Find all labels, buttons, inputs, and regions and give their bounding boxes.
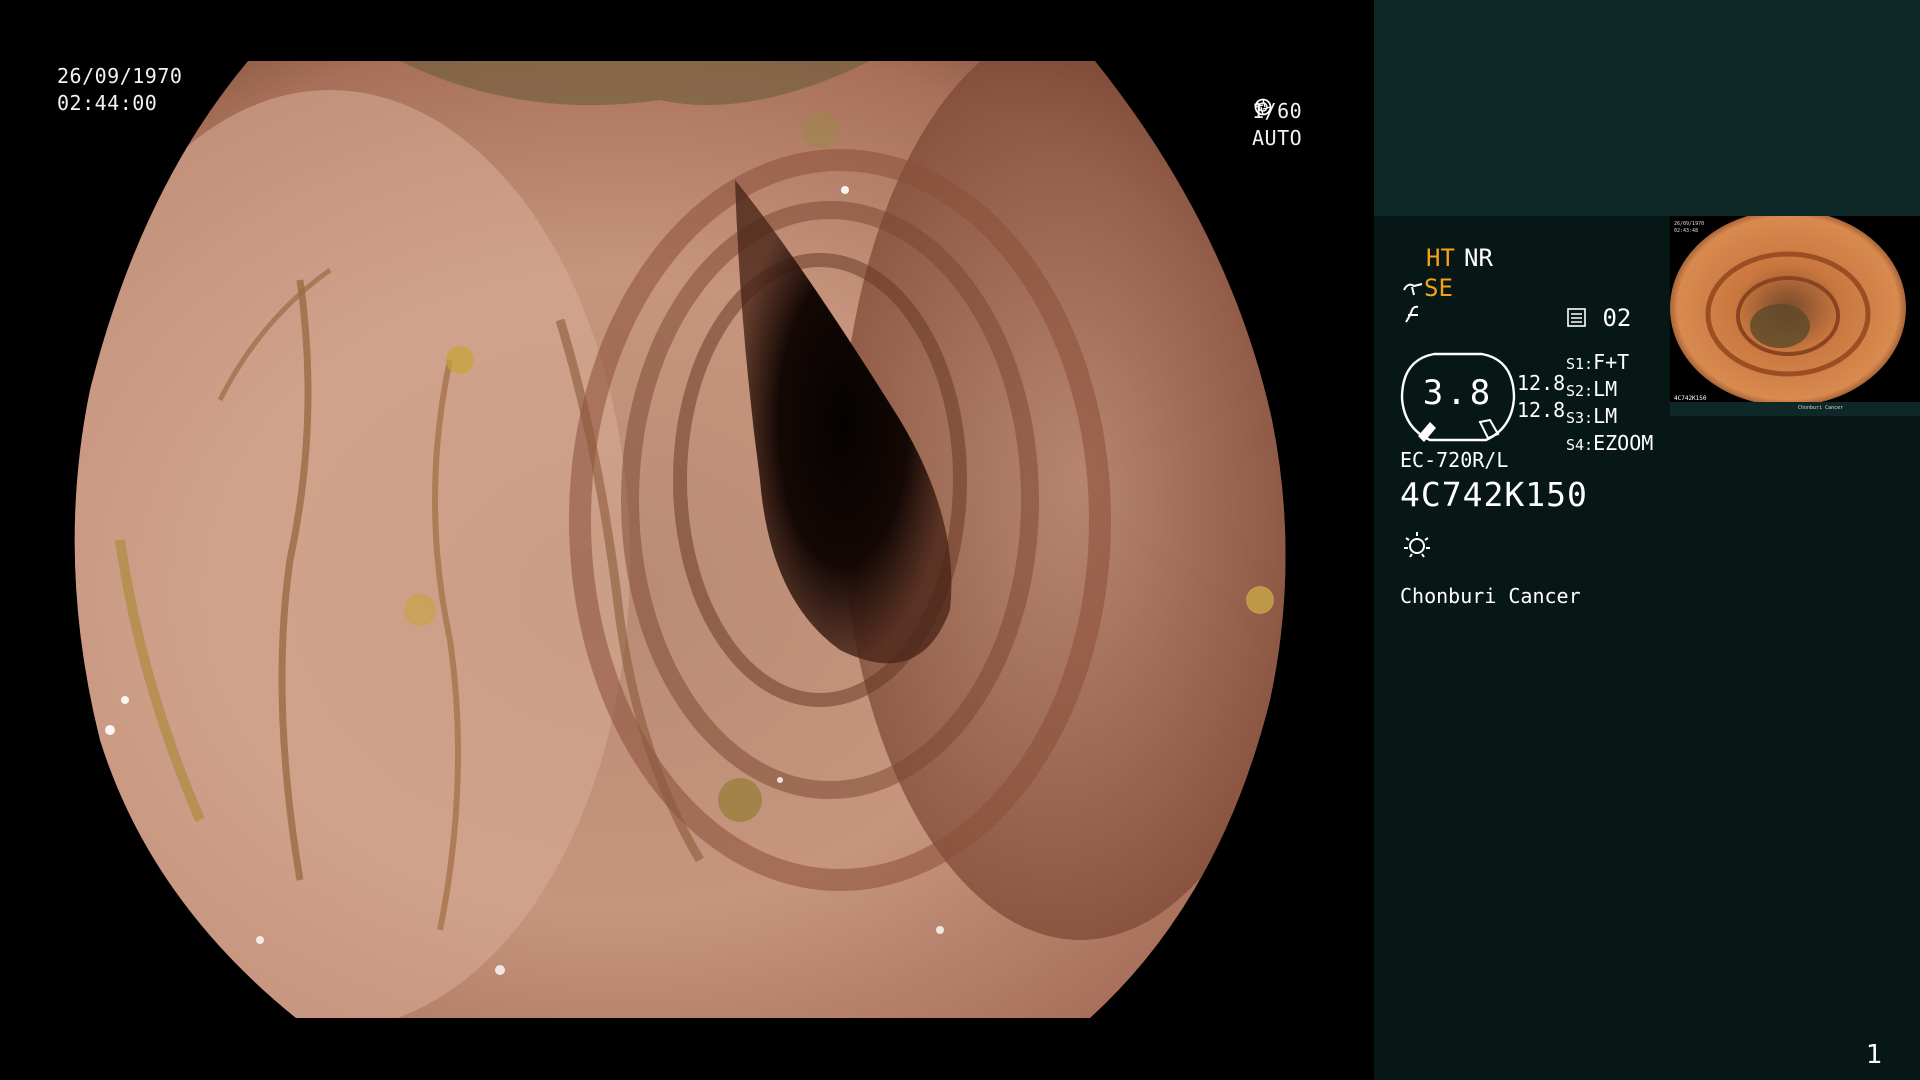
structure-enhance-icon <box>1403 283 1423 296</box>
memory-value: 02 <box>1602 304 1632 332</box>
capture-thumbnail[interactable]: 26/09/1970 02:43:48 4C742K150 <box>1670 216 1920 402</box>
thumbnail-image: 26/09/1970 02:43:48 4C742K150 <box>1670 216 1906 402</box>
datetime-display: 26/09/1970 02:44:00 <box>57 63 182 117</box>
switch-row: S2:LM <box>1566 377 1653 404</box>
switch-value: LM <box>1593 377 1618 401</box>
se-row: SE <box>1402 274 1453 302</box>
colon-lumen-image <box>74 61 1286 1018</box>
info-panel: HT NR SE 02 3.8 12.8 12.8 S1:F+T S2:LM S… <box>1374 0 1920 1080</box>
thumbnail-caption: Chonburi Cancer <box>1670 402 1920 416</box>
scope-serial: 4C742K150 <box>1400 475 1588 514</box>
sub-value-1: 12.8 <box>1517 371 1566 395</box>
thumb-hospital: Chonburi Cancer <box>1798 405 1844 411</box>
panel-header-area <box>1374 0 1920 216</box>
switch-row: S3:LM <box>1566 404 1653 431</box>
sub-value-2: 12.8 <box>1517 398 1566 422</box>
fx-row <box>1402 304 1424 332</box>
thumb-serial: 4C742K150 <box>1674 395 1707 402</box>
memory-icon <box>1567 308 1586 327</box>
mode-ht-label: HT <box>1426 244 1455 272</box>
page-number: 1 <box>1866 1040 1883 1070</box>
exposure-display: 1/60 AUTO <box>1252 98 1374 152</box>
switch-assignments: S1:F+T S2:LM S3:LM S4:EZOOM <box>1566 350 1653 458</box>
thumb-date: 26/09/1970 <box>1674 221 1704 227</box>
date-text: 26/09/1970 <box>57 64 183 88</box>
switch-key: S2: <box>1566 382 1594 400</box>
mode-nr-label: NR <box>1464 244 1493 272</box>
switch-key: S3: <box>1566 409 1594 427</box>
switch-value: F+T <box>1593 350 1630 374</box>
iris-text: AUTO <box>1252 126 1303 150</box>
iris-icon <box>1254 98 1272 116</box>
switch-value: EZOOM <box>1593 431 1654 455</box>
light-source-icon <box>1404 532 1430 558</box>
scope-model: EC-720R/L <box>1400 448 1509 472</box>
switch-row: S4:EZOOM <box>1566 431 1653 458</box>
switch-row: S1:F+T <box>1566 350 1653 377</box>
gauge-value: 3.8 <box>1422 373 1494 413</box>
switch-key: S4: <box>1566 436 1594 454</box>
endoscope-image: 26/09/1970 02:44:00 1/60 AUTO <box>0 0 1374 1080</box>
thumb-time: 02:43:48 <box>1674 228 1698 234</box>
color-enhance-icon <box>1405 305 1419 323</box>
time-text: 02:44:00 <box>57 91 158 115</box>
sub-values: 12.8 12.8 <box>1517 370 1565 424</box>
memory-row: 02 <box>1566 304 1631 332</box>
switch-value: LM <box>1593 404 1618 428</box>
se-label: SE <box>1424 274 1453 302</box>
switch-key: S1: <box>1566 355 1594 373</box>
hospital-name: Chonburi Cancer <box>1400 584 1581 608</box>
